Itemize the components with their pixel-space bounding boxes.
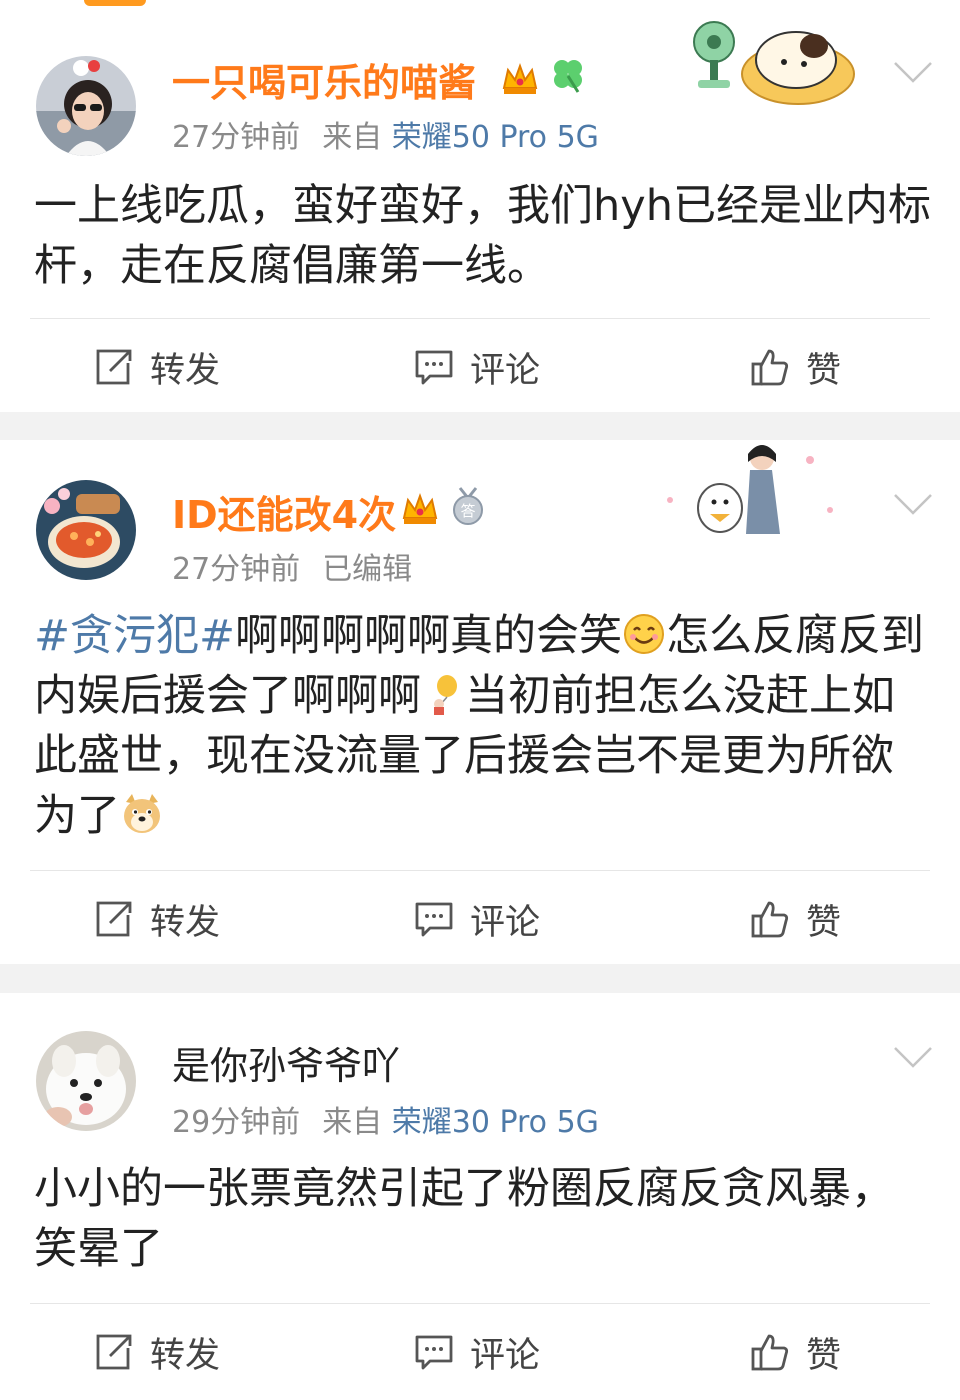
action-bar: 转发 评论 赞 [0,1304,960,1400]
repost-button[interactable]: 转发 [94,871,220,967]
weibo-post: 一只喝可乐的喵酱 27分钟前 来自 荣耀50 Pro 5G 一上线吃瓜，蛮好蛮好… [0,0,960,412]
comment-button[interactable]: 评论 [414,1304,540,1400]
avatar[interactable] [36,56,136,156]
username[interactable]: 是你孙爷爷吖 [172,1035,400,1090]
answer-medal-icon: 答 [448,486,488,526]
avatar[interactable] [36,1031,136,1131]
source-prefix: 来自 [322,1105,383,1140]
like-label: 赞 [806,350,842,391]
doge-emoji-icon [120,792,164,836]
comment-icon [414,1332,454,1372]
post-meta: 29分钟前 来自 荣耀30 Pro 5G [172,1097,599,1141]
like-label: 赞 [806,1335,842,1376]
crown-badge-icon [500,58,540,98]
repost-label: 转发 [150,902,221,943]
thumbs-up-icon [750,1332,790,1372]
device-link[interactable]: 荣耀50 Pro 5G [392,120,599,155]
chevron-down-icon[interactable] [892,60,934,84]
repost-icon [94,1332,134,1372]
edited-tag: 已编辑 [322,552,413,587]
svg-text:答: 答 [460,502,475,520]
chevron-down-icon[interactable] [892,492,934,516]
post-time: 29分钟前 [172,1105,301,1140]
weibo-post: ID还能改4次 答 27分钟前 已编辑 #贪污犯#啊啊啊啊啊真的会笑 怎么反腐反… [0,440,960,964]
comment-label: 评论 [470,902,541,943]
action-bar: 转发 评论 赞 [0,871,960,967]
repost-button[interactable]: 转发 [94,319,220,415]
post-text: 小小的一张票竟然引起了粉圈反腐反贪风暴，笑晕了 [34,1164,894,1274]
username[interactable]: ID还能改4次 [172,484,396,539]
comment-button[interactable]: 评论 [414,319,540,415]
username[interactable]: 一只喝可乐的喵酱 [172,52,476,107]
comment-label: 评论 [470,350,541,391]
post-content: 小小的一张票竟然引起了粉圈反腐反贪风暴，笑晕了 [34,1159,934,1279]
post-time: 27分钟前 [172,120,301,155]
like-button[interactable]: 赞 [750,319,841,415]
post-meta: 27分钟前 来自 荣耀50 Pro 5G [172,112,599,156]
like-button[interactable]: 赞 [750,1304,841,1400]
post-content: 一上线吃瓜，蛮好蛮好，我们hyh已经是业内标杆，走在反腐倡廉第一线。 [34,176,934,296]
post-text: 一上线吃瓜，蛮好蛮好，我们hyh已经是业内标杆，走在反腐倡廉第一线。 [34,181,931,291]
comment-icon [414,899,454,939]
repost-icon [94,899,134,939]
crown-badge-icon [400,488,440,528]
clover-badge-icon [548,54,588,94]
like-button[interactable]: 赞 [750,871,841,967]
post-text: 啊啊啊啊啊真的会笑 [235,611,623,661]
repost-label: 转发 [150,1335,221,1376]
device-link[interactable]: 荣耀30 Pro 5G [392,1105,599,1140]
repost-button[interactable]: 转发 [94,1304,220,1400]
post-meta: 27分钟前 已编辑 [172,544,412,588]
thumbs-up-icon [750,899,790,939]
thumbs-up-icon [750,347,790,387]
balloon-emoji-icon [421,672,465,716]
post-content: #贪污犯#啊啊啊啊啊真的会笑 怎么反腐反到内娱后援会了啊啊啊 当初前担怎么没赶上如此… [34,606,934,846]
action-bar: 转发 评论 赞 [0,319,960,415]
weibo-post: 是你孙爷爷吖 29分钟前 来自 荣耀30 Pro 5G 小小的一张票竟然引起了粉圈… [0,993,960,1400]
topic-hashtag-link[interactable]: #贪污犯# [34,611,235,661]
comment-button[interactable]: 评论 [414,871,540,967]
card-decoration-image [688,12,858,110]
chevron-down-icon[interactable] [892,1045,934,1069]
repost-icon [94,347,134,387]
post-time: 27分钟前 [172,552,301,587]
card-decoration-image [650,440,850,540]
tab-indicator [84,0,146,6]
comment-icon [414,347,454,387]
source-prefix: 来自 [322,120,383,155]
smile-emoji-icon [622,612,666,656]
avatar[interactable] [36,480,136,580]
comment-label: 评论 [470,1335,541,1376]
like-label: 赞 [806,902,842,943]
repost-label: 转发 [150,350,221,391]
